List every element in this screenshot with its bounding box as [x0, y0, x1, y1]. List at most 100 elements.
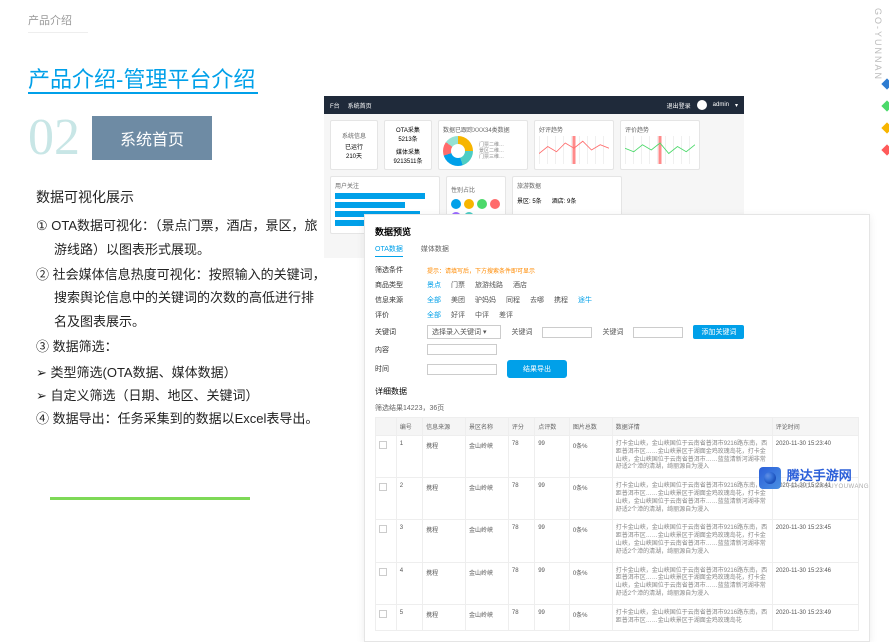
- filter-panel: 筛选条件 提示：请填写后，下方搜索条件即可显示 商品类型 景点 门票 旅游线路 …: [375, 265, 859, 378]
- add-keyword-button[interactable]: 添加关键词: [693, 325, 744, 339]
- line-chart-icon: [539, 136, 609, 164]
- stat-value: 210天: [346, 151, 362, 160]
- filter-content-label: 内容: [375, 345, 417, 355]
- cmt-opt[interactable]: 全部: [427, 310, 441, 320]
- trend-card-1: 好评趋势: [534, 120, 614, 170]
- filter-src-label: 信息来源: [375, 295, 417, 305]
- cell-time: 2020-11-30 15:23:49: [772, 604, 858, 631]
- cmt-opt[interactable]: 差评: [499, 310, 513, 320]
- section-number: 02: [28, 108, 80, 167]
- table-header: 景区名称: [465, 418, 508, 436]
- table-header: 评论时间: [772, 418, 858, 436]
- footer-logo: 腾达手游网 TENGDASHOUYOUWANG: [759, 465, 869, 490]
- table-header: 点评数: [535, 418, 570, 436]
- keyword-input[interactable]: [633, 327, 683, 338]
- filter-label: 筛选条件: [375, 265, 417, 275]
- cell-img: 0条%: [569, 562, 612, 604]
- card-title: 评价趋势: [625, 125, 695, 134]
- checkbox[interactable]: [379, 568, 387, 576]
- checkbox[interactable]: [379, 525, 387, 533]
- cell-src: 携程: [423, 562, 466, 604]
- cell-cmt: 99: [535, 520, 570, 562]
- src-opt[interactable]: 携程: [554, 295, 568, 305]
- cell-num: 3: [396, 520, 422, 562]
- cell-spot: 金山岭峡: [465, 436, 508, 478]
- table-row: 5 携程 金山岭峡 78 99 0条% 打卡金山峡，金山峡国位于云南省普洱市92…: [376, 604, 859, 631]
- cell-cmt: 99: [535, 436, 570, 478]
- checkbox[interactable]: [379, 441, 387, 449]
- cmt-opt[interactable]: 中评: [475, 310, 489, 320]
- cell-cmt: 99: [535, 562, 570, 604]
- cell-score: 78: [508, 562, 534, 604]
- type-opt[interactable]: 景点: [427, 280, 441, 290]
- cmt-opt[interactable]: 好评: [451, 310, 465, 320]
- keyword-input[interactable]: [542, 327, 592, 338]
- checkbox[interactable]: [379, 483, 387, 491]
- avatar-icon[interactable]: [697, 100, 707, 110]
- src-opt[interactable]: 途牛: [578, 295, 592, 305]
- stat-value: 9213511条: [394, 156, 423, 165]
- footer-brand: 腾达手游网: [787, 465, 869, 484]
- cell-score: 78: [508, 436, 534, 478]
- content-body: 数据可视化展示 ① OTA数据可视化：（景点门票，酒店，景区，旅游线路）以图表形…: [36, 185, 326, 433]
- cell-score: 78: [508, 520, 534, 562]
- src-opt[interactable]: 去哪: [530, 295, 544, 305]
- chevron-down-icon[interactable]: ▾: [735, 102, 738, 109]
- export-button[interactable]: 结果导出: [507, 360, 567, 378]
- cell-img: 0条%: [569, 520, 612, 562]
- content-input[interactable]: [427, 344, 497, 355]
- dash1-logout[interactable]: 退出登录: [667, 101, 691, 110]
- tab-media[interactable]: 媒体数据: [421, 244, 449, 257]
- cell-img: 0条%: [569, 478, 612, 520]
- src-opt[interactable]: 同程: [506, 295, 520, 305]
- time-input[interactable]: [427, 364, 497, 375]
- kw-lbl: 关键词: [511, 327, 532, 337]
- dot-icon: [490, 199, 500, 209]
- section-tag: 系统首页: [92, 116, 212, 160]
- src-opt[interactable]: 美团: [451, 295, 465, 305]
- cell-desc: 打卡金山峡，金山峡国位于云南省普洱市9216路东南，西距普洱市区……金山峡景区于…: [612, 478, 772, 520]
- table-section-title: 详细数据: [375, 386, 859, 397]
- footer-sub: TENGDASHOUYOUWANG: [787, 484, 869, 490]
- src-opt[interactable]: 驴妈妈: [475, 295, 496, 305]
- type-opt[interactable]: 酒店: [513, 280, 527, 290]
- cell-spot: 金山岭峡: [465, 562, 508, 604]
- cell-cmt: 99: [535, 604, 570, 631]
- cell-num: 1: [396, 436, 422, 478]
- card-title: 用户关注: [335, 181, 435, 190]
- cell-src: 携程: [423, 604, 466, 631]
- side-brand: GO-YUNNAN: [873, 8, 883, 81]
- filter-time-label: 时间: [375, 364, 417, 374]
- cell-num: 4: [396, 562, 422, 604]
- type-opt[interactable]: 旅游线路: [475, 280, 503, 290]
- tab-ota[interactable]: OTA数据: [375, 244, 403, 257]
- cell-score: 78: [508, 604, 534, 631]
- type-opt[interactable]: 门票: [451, 280, 465, 290]
- cell-num: 2: [396, 478, 422, 520]
- dash2-tabs: OTA数据 媒体数据: [375, 244, 859, 257]
- trend-card-2: 评价趋势: [620, 120, 700, 170]
- cell-num: 5: [396, 604, 422, 631]
- dot-icon: [451, 199, 461, 209]
- bullet-2: ② 社会媒体信息热度可视化：按照输入的关键词，搜索舆论信息中的关键词的次数的高低…: [36, 263, 326, 333]
- cell-cmt: 99: [535, 478, 570, 520]
- card-title: 系统信息: [342, 131, 366, 140]
- stat-card-ota: OTA采集 5213条 媒体采集 9213511条: [384, 120, 432, 170]
- dash1-nav[interactable]: 系统首页: [348, 101, 372, 110]
- table-row: 4 携程 金山岭峡 78 99 0条% 打卡金山峡，金山峡国位于云南省普洱市92…: [376, 562, 859, 604]
- keyword-select[interactable]: 选择录入关键词 ▾: [427, 325, 501, 339]
- dash1-header: F台 系统首页 退出登录 admin ▾: [324, 96, 744, 114]
- table-header: 图片总数: [569, 418, 612, 436]
- cell-spot: 金山岭峡: [465, 520, 508, 562]
- src-opt[interactable]: 全部: [427, 295, 441, 305]
- filter-cmt-label: 评价: [375, 310, 417, 320]
- card-title: 性别占比: [451, 185, 501, 194]
- dash1-user: admin: [713, 102, 729, 108]
- line-chart-icon: [625, 136, 695, 164]
- bullet-3a: ➢ 类型筛选(OTA数据、媒体数据）: [36, 361, 326, 384]
- bullet-3: ③ 数据筛选：: [36, 335, 326, 358]
- cell-time: 2020-11-30 15:23:45: [772, 520, 858, 562]
- dashboard-mockups: F台 系统首页 退出登录 admin ▾ 系统信息 已运行 210天 OTA采集…: [324, 96, 874, 486]
- checkbox[interactable]: [379, 610, 387, 618]
- result-count: 筛选结果14223，36页: [375, 403, 859, 413]
